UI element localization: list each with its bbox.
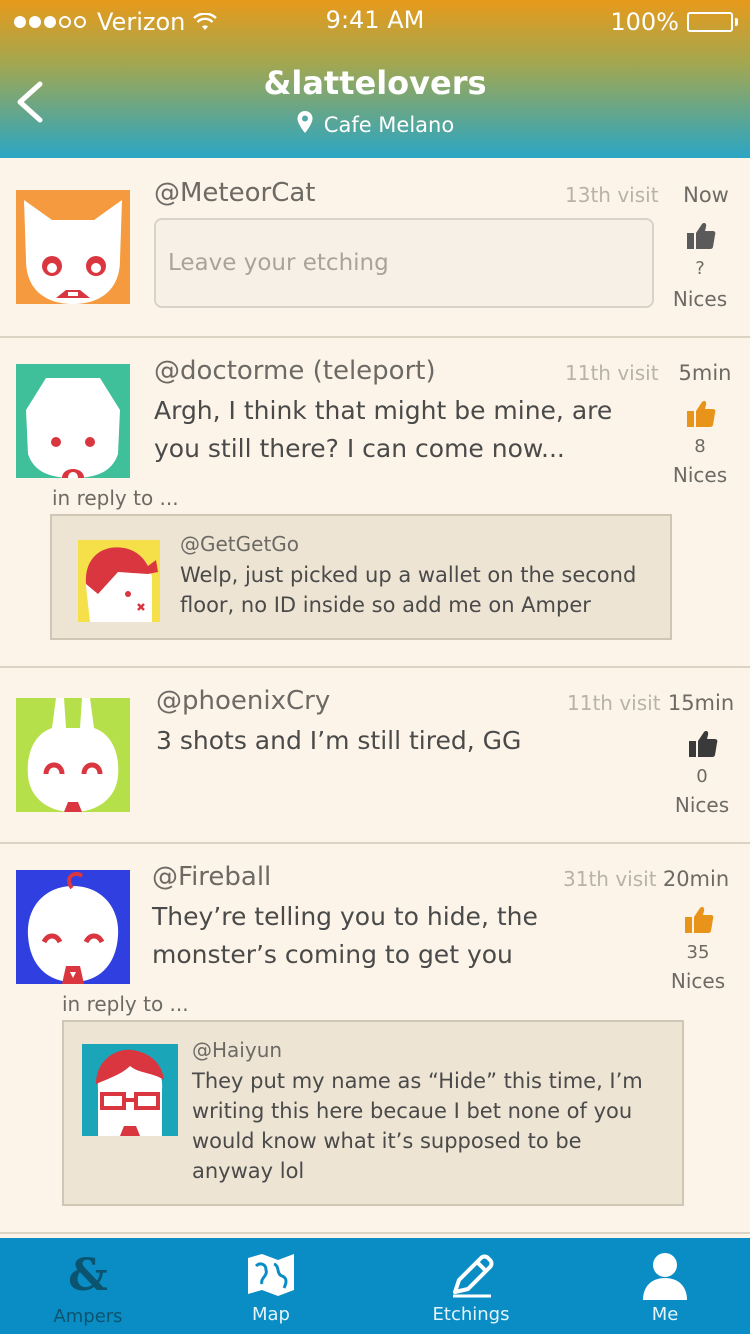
visit-count: 11th visit <box>565 361 659 385</box>
reply-quote[interactable]: @GetGetGo Welp, just picked up a wallet … <box>50 514 672 640</box>
avatar-getgetgo[interactable] <box>78 540 160 622</box>
tab-bar: & Ampers Map Etchings Me <box>0 1238 750 1334</box>
compose-row: @MeteorCat 13th visit Now ? Nices <box>0 160 750 338</box>
page-title: &lattelovers <box>263 64 487 102</box>
post-time: Now <box>683 183 729 207</box>
reply-handle[interactable]: @GetGetGo <box>180 532 299 556</box>
post-text: They’re telling you to hide, the monster… <box>152 898 652 974</box>
tab-ampers[interactable]: & Ampers <box>13 1238 163 1334</box>
post-item[interactable]: @phoenixCry 11th visit 15min 3 shots and… <box>0 668 750 844</box>
post-time: 5min <box>678 361 732 385</box>
avatar-fireball[interactable] <box>16 870 130 984</box>
thumbs-up-icon[interactable] <box>688 730 722 760</box>
post-text-line: you still there? I can come now... <box>154 434 565 463</box>
battery-tip <box>735 18 738 26</box>
post-text-line: monster’s coming to get you <box>152 940 513 969</box>
reply-label: in reply to ... <box>62 992 189 1016</box>
reply-text-line: would know what it’s supposed to be <box>192 1129 582 1153</box>
battery-icon <box>687 12 733 32</box>
tab-label: Me <box>651 1304 679 1325</box>
post-handle[interactable]: @doctorme (teleport) <box>154 356 436 386</box>
reply-text-line: writing this here becaue I bet none of y… <box>192 1099 633 1123</box>
location-pin-icon <box>296 110 314 139</box>
reply-text-line: Welp, just picked up a wallet on the sec… <box>180 563 637 587</box>
etching-input[interactable] <box>154 218 654 308</box>
reply-handle[interactable]: @Haiyun <box>192 1038 282 1062</box>
post-time: 15min <box>667 691 735 715</box>
reply-text-line: floor, no ID inside so add me on Amper <box>180 593 591 617</box>
reply-text: Welp, just picked up a wallet on the sec… <box>180 560 660 620</box>
reply-label: in reply to ... <box>52 486 179 510</box>
nice-label: Nices <box>674 793 730 817</box>
post-handle[interactable]: @phoenixCry <box>156 686 330 716</box>
thumbs-up-icon[interactable] <box>686 400 720 430</box>
tab-label: Etchings <box>432 1304 510 1325</box>
nice-label: Nices <box>670 969 726 993</box>
avatar-meteorcat[interactable] <box>16 190 130 304</box>
status-bar: Verizon 9:41 AM 100% <box>0 0 750 40</box>
avatar-haiyun[interactable] <box>82 1044 178 1136</box>
nice-count: 0 <box>696 766 708 787</box>
tab-me[interactable]: Me <box>590 1238 740 1334</box>
map-icon <box>246 1252 296 1300</box>
reply-text: They put my name as “Hide” this time, I’… <box>192 1066 672 1186</box>
post-text-line: They’re telling you to hide, the <box>152 902 538 931</box>
tab-label: Map <box>252 1304 290 1325</box>
post-handle[interactable]: @MeteorCat <box>154 178 316 208</box>
header: Verizon 9:41 AM 100% &lattelovers Cafe M… <box>0 0 750 158</box>
pencil-icon <box>447 1252 495 1302</box>
post-item[interactable]: @Fireball 31th visit 20min They’re telli… <box>0 844 750 1234</box>
nice-label: Nices <box>672 463 728 487</box>
person-icon <box>642 1252 688 1304</box>
post-text-line: 3 shots and I’m still tired, GG <box>156 726 522 755</box>
post-handle[interactable]: @Fireball <box>152 862 271 892</box>
post-time: 20min <box>662 867 730 891</box>
location-name: Cafe Melano <box>323 112 455 137</box>
post-item[interactable]: @doctorme (teleport) 11th visit 5min Arg… <box>0 338 750 668</box>
tab-map[interactable]: Map <box>196 1238 346 1334</box>
tab-etchings[interactable]: Etchings <box>396 1238 546 1334</box>
nice-count: 8 <box>694 436 706 457</box>
ampersand-icon: & <box>68 1250 108 1301</box>
avatar-phoenixcry[interactable] <box>16 698 130 812</box>
battery-percent: 100% <box>610 8 679 36</box>
nice-label: Nices <box>672 287 728 311</box>
post-text: Argh, I think that might be mine, are yo… <box>154 392 654 468</box>
nice-count: 35 <box>686 942 710 963</box>
post-text-line: Argh, I think that might be mine, are <box>154 396 613 425</box>
reply-text-line: They put my name as “Hide” this time, I’… <box>192 1069 643 1093</box>
visit-count: 13th visit <box>565 183 659 207</box>
location-label[interactable]: Cafe Melano <box>0 110 750 139</box>
visit-count: 11th visit <box>567 691 661 715</box>
reply-quote[interactable]: @Haiyun They put my name as “Hide” this … <box>62 1020 684 1206</box>
thumbs-up-icon[interactable] <box>684 906 718 936</box>
nice-count: ? <box>695 258 705 279</box>
battery-indicator: 100% <box>610 8 738 36</box>
visit-count: 31th visit <box>563 867 657 891</box>
avatar-doctorme[interactable] <box>16 364 130 478</box>
reply-text-line: anyway lol <box>192 1159 305 1183</box>
tab-label: Ampers <box>53 1306 123 1327</box>
post-text: 3 shots and I’m still tired, GG <box>156 722 656 760</box>
thumbs-up-icon[interactable] <box>686 222 720 252</box>
